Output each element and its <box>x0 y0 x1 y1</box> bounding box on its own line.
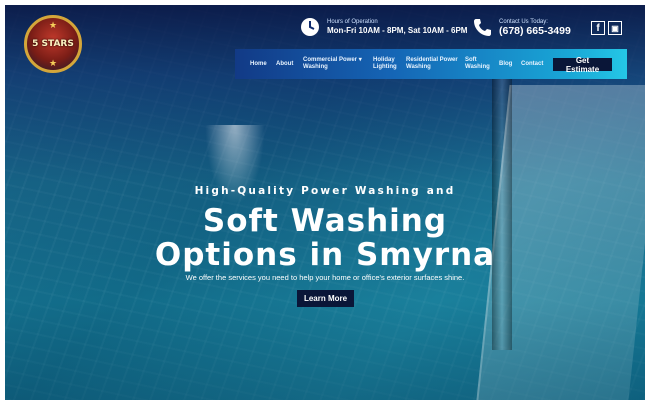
hero-title-line1: Soft Washing <box>202 203 448 239</box>
nav-home[interactable]: Home <box>250 61 267 68</box>
phone-icon <box>471 16 493 38</box>
hours-label: Hours of Operation <box>327 19 378 25</box>
hero-title: Soft Washing Options in Smyrna <box>5 204 645 272</box>
learn-more-button[interactable]: Learn More <box>297 290 354 307</box>
clock-icon <box>299 16 321 38</box>
nav-label-line2: Lighting <box>373 64 397 70</box>
nav-label-line1: Residential Power <box>406 57 458 63</box>
nav-about[interactable]: About <box>276 61 293 68</box>
nav-soft-washing[interactable]: Soft Washing <box>465 57 490 71</box>
nav-label-line2: Washing <box>465 64 490 70</box>
social-media-icon[interactable]: ▣ <box>608 21 622 35</box>
logo-star-icon: ★ <box>49 20 58 30</box>
phone-number[interactable]: (678) 665-3499 <box>499 26 571 37</box>
logo-text: 5 STARS <box>32 38 74 49</box>
hero-title-line2: Options in Smyrna <box>154 237 496 273</box>
nav-holiday-lighting[interactable]: Holiday Lighting <box>373 57 397 71</box>
nav-commercial-power-washing[interactable]: Commercial Power ▾ Washing <box>303 57 362 71</box>
hero-subtitle: High-Quality Power Washing and <box>194 185 456 197</box>
chevron-down-icon: ▾ <box>358 57 362 63</box>
nav-residential-power-washing[interactable]: Residential Power Washing <box>406 57 458 71</box>
background-pole <box>492 50 512 350</box>
nav-label-line1: Soft <box>465 57 477 63</box>
hero-section: ★ 5 STARS ★ Hours of Operation Mon-Fri 1… <box>5 5 645 400</box>
site-logo[interactable]: ★ 5 STARS ★ <box>24 15 82 73</box>
hours-value: Mon-Fri 10AM - 8PM, Sat 10AM - 6PM <box>327 26 468 35</box>
nav-label-line2: Washing <box>406 64 431 70</box>
hours-info: Hours of Operation Mon-Fri 10AM - 8PM, S… <box>299 16 467 38</box>
nav-label-line2: Washing <box>303 64 328 70</box>
main-navigation: Home About Commercial Power ▾ Washing Ho… <box>235 49 627 79</box>
nav-contact[interactable]: Contact <box>521 61 543 68</box>
facebook-icon[interactable]: f <box>591 21 605 35</box>
nav-label-line1: Commercial Power <box>303 57 358 63</box>
nav-label-line1: Holiday <box>373 57 395 63</box>
logo-star-icon: ★ <box>49 58 58 68</box>
get-estimate-button[interactable]: Get Estimate <box>553 56 612 74</box>
nav-blog[interactable]: Blog <box>499 61 512 68</box>
hero-description: We offer the services you need to help y… <box>185 273 465 282</box>
contact-info[interactable]: Contact Us Today: (678) 665-3499 <box>471 16 571 38</box>
